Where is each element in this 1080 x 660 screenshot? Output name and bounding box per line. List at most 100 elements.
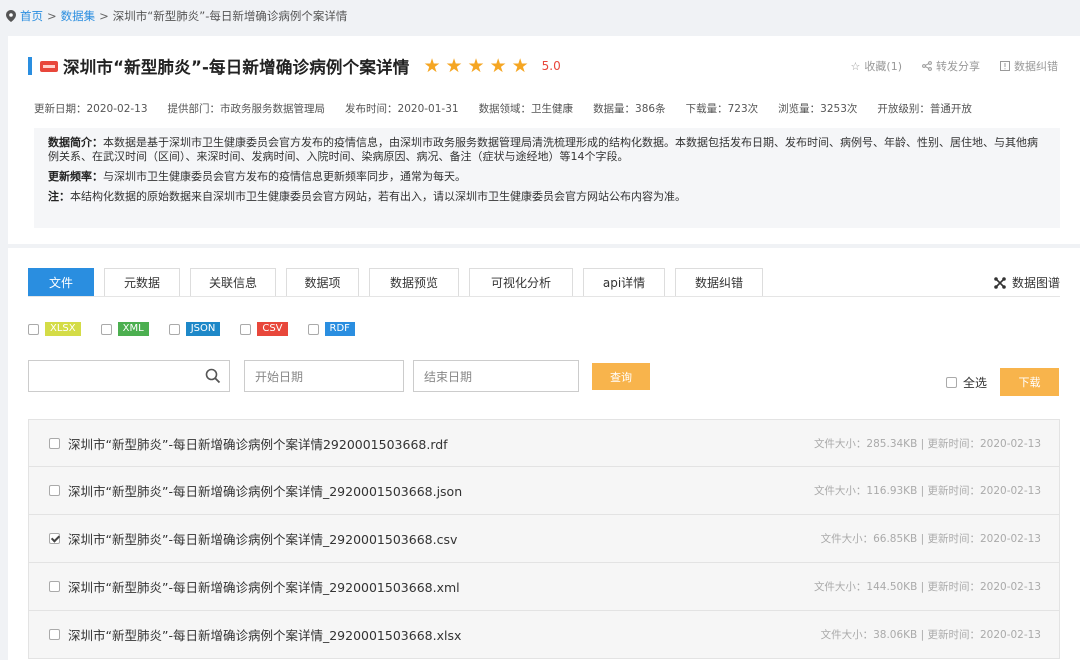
data-graph-label: 数据图谱 xyxy=(1011,276,1060,290)
note-text: 本结构化数据的原始数据来自深圳市卫生健康委员会官方网站，若有出入，请以深圳市卫生… xyxy=(70,190,686,203)
new-badge-icon xyxy=(40,60,58,72)
file-name[interactable]: 深圳市“新型肺炎”-每日新增确诊病例个案详情_2920001503668.jso… xyxy=(68,481,462,500)
breadcrumb: 首页 > 数据集 > 深圳市“新型肺炎”-每日新增确诊病例个案详情 xyxy=(6,6,347,26)
report-icon xyxy=(1000,61,1010,71)
frequency-text: 与深圳市卫生健康委员会官方发布的疫情信息更新频率同步，通常为每天。 xyxy=(103,170,466,183)
frequency-label: 更新频率： xyxy=(48,170,103,183)
tab-related-info[interactable]: 关联信息 xyxy=(190,268,276,296)
end-date-input[interactable]: 结束日期 xyxy=(413,360,579,392)
dataset-meta: 更新日期：2020-02-13 提供部门：市政务服务数据管理局 发布时间：202… xyxy=(34,101,972,116)
file-info: 文件大小：285.34KB | 更新时间：2020-02-13 xyxy=(813,437,1041,450)
note-paragraph: 注：本结构化数据的原始数据来自深圳市卫生健康委员会官方网站，若有出入，请以深圳市… xyxy=(48,190,1046,204)
format-filter-xlsx[interactable]: XLSX xyxy=(28,322,81,336)
file-name[interactable]: 深圳市“新型肺炎”-每日新增确诊病例个案详情_2920001503668.xls… xyxy=(68,625,461,644)
search-input[interactable] xyxy=(28,360,230,392)
breadcrumb-separator: > xyxy=(47,9,57,23)
file-checkbox[interactable] xyxy=(49,485,60,496)
select-all[interactable]: 全选 xyxy=(946,374,987,391)
breadcrumb-home-link[interactable]: 首页 xyxy=(20,8,43,24)
file-checkbox[interactable] xyxy=(49,581,60,592)
tab-underline xyxy=(28,296,1060,297)
select-all-label: 全选 xyxy=(963,376,988,390)
format-tag: CSV xyxy=(257,322,288,336)
file-checkbox[interactable] xyxy=(49,629,60,640)
tab-data-preview[interactable]: 数据预览 xyxy=(369,268,459,296)
title-accent-bar xyxy=(28,57,32,75)
file-list: 深圳市“新型肺炎”-每日新增确诊病例个案详情2920001503668.rdf … xyxy=(28,419,1060,659)
tab-visual-analysis[interactable]: 可视化分析 xyxy=(469,268,573,296)
report-label: 数据纠错 xyxy=(1014,60,1058,73)
file-name[interactable]: 深圳市“新型肺炎”-每日新增确诊病例个案详情2920001503668.rdf xyxy=(68,434,448,453)
query-button[interactable]: 查询 xyxy=(592,363,650,390)
checkbox[interactable] xyxy=(28,323,39,335)
format-filter-xml[interactable]: XML xyxy=(100,322,149,336)
publish-time: 发布时间：2020-01-31 xyxy=(345,103,459,115)
tab-metadata[interactable]: 元数据 xyxy=(104,268,180,296)
frequency-paragraph: 更新频率：与深圳市卫生健康委员会官方发布的疫情信息更新频率同步，通常为每天。 xyxy=(48,170,1046,184)
tab-api-details[interactable]: api详情 xyxy=(583,268,665,296)
download-count: 下载量：723次 xyxy=(685,103,759,115)
file-name[interactable]: 深圳市“新型肺炎”-每日新增确诊病例个案详情_2920001503668.csv xyxy=(68,529,457,548)
header-actions: ☆ 收藏(1) 转发分享 数据纠错 xyxy=(851,58,1058,74)
file-checkbox[interactable] xyxy=(49,533,60,544)
description-box: 数据简介：本数据是基于深圳市卫生健康委员会官方发布的疫情信息，由深圳市政务服务数… xyxy=(34,128,1060,228)
select-all-checkbox[interactable] xyxy=(946,377,957,388)
intro-paragraph: 数据简介：本数据是基于深圳市卫生健康委员会官方发布的疫情信息，由深圳市政务服务数… xyxy=(48,136,1046,164)
start-date-input[interactable]: 开始日期 xyxy=(244,360,404,392)
file-info: 文件大小：116.93KB | 更新时间：2020-02-13 xyxy=(813,485,1041,497)
view-count: 浏览量：3253次 xyxy=(778,103,858,115)
share-icon xyxy=(922,61,932,71)
department: 提供部门：市政务服务数据管理局 xyxy=(167,103,326,115)
report-error-button[interactable]: 数据纠错 xyxy=(1000,58,1058,74)
data-count: 数据量：386条 xyxy=(593,103,666,115)
file-info: 文件大小：66.85KB | 更新时间：2020-02-13 xyxy=(820,533,1041,545)
format-tag: XML xyxy=(117,322,149,336)
update-date: 更新日期：2020-02-13 xyxy=(34,103,148,115)
tab-data-correction[interactable]: 数据纠错 xyxy=(675,268,763,296)
rating-stars: ★ ★ ★ ★ ★ xyxy=(423,54,533,77)
star-icon: ★ xyxy=(467,54,485,77)
format-filters: XLSX XML JSON CSV RDF xyxy=(28,322,355,336)
file-row[interactable]: 深圳市“新型肺炎”-每日新增确诊病例个案详情_2920001503668.xls… xyxy=(28,611,1060,659)
page-title: 深圳市“新型肺炎”-每日新增确诊病例个案详情 xyxy=(63,58,410,77)
open-level: 开放级别：普通开放 xyxy=(877,103,972,115)
checkbox[interactable] xyxy=(100,323,112,335)
star-icon: ★ xyxy=(423,54,441,77)
breadcrumb-datasets-link[interactable]: 数据集 xyxy=(61,8,96,24)
file-checkbox[interactable] xyxy=(49,437,60,449)
breadcrumb-current: 深圳市“新型肺炎”-每日新增确诊病例个案详情 xyxy=(112,9,348,23)
location-pin-icon xyxy=(6,10,16,22)
share-label: 转发分享 xyxy=(936,60,980,73)
file-panel: 文件 元数据 关联信息 数据项 数据预览 可视化分析 api详情 数据纠错 数据… xyxy=(8,248,1080,660)
file-info: 文件大小：38.06KB | 更新时间：2020-02-13 xyxy=(820,629,1041,641)
intro-label: 数据简介： xyxy=(48,136,103,149)
format-tag: RDF xyxy=(324,322,355,336)
data-graph-link[interactable]: 数据图谱 xyxy=(994,274,1060,291)
file-row[interactable]: 深圳市“新型肺炎”-每日新增确诊病例个案详情_2920001503668.csv… xyxy=(28,515,1060,563)
star-outline-icon: ☆ xyxy=(850,59,861,73)
format-filter-rdf[interactable]: RDF xyxy=(307,322,355,336)
star-icon: ★ xyxy=(445,54,463,77)
data-domain: 数据领域：卫生健康 xyxy=(478,103,574,115)
favorite-label: 收藏(1) xyxy=(864,60,902,73)
tab-files[interactable]: 文件 xyxy=(28,268,94,296)
checkbox[interactable] xyxy=(240,323,252,335)
file-name[interactable]: 深圳市“新型肺炎”-每日新增确诊病例个案详情_2920001503668.xml xyxy=(68,577,460,596)
download-button[interactable]: 下载 xyxy=(1000,368,1059,396)
file-row[interactable]: 深圳市“新型肺炎”-每日新增确诊病例个案详情_2920001503668.xml… xyxy=(28,563,1060,611)
file-row[interactable]: 深圳市“新型肺炎”-每日新增确诊病例个案详情_2920001503668.jso… xyxy=(28,467,1060,515)
format-tag: JSON xyxy=(185,322,221,336)
star-icon: ★ xyxy=(511,54,529,77)
checkbox[interactable] xyxy=(168,323,180,335)
intro-text: 本数据是基于深圳市卫生健康委员会官方发布的疫情信息，由深圳市政务服务数据管理局清… xyxy=(48,136,1038,163)
file-row[interactable]: 深圳市“新型肺炎”-每日新增确诊病例个案详情2920001503668.rdf … xyxy=(28,419,1060,467)
tab-bar: 文件 元数据 关联信息 数据项 数据预览 可视化分析 api详情 数据纠错 xyxy=(28,268,773,296)
search-icon xyxy=(205,368,221,384)
dataset-info-card: 深圳市“新型肺炎”-每日新增确诊病例个案详情 ★ ★ ★ ★ ★ 5.0 ☆ 收… xyxy=(8,36,1080,244)
favorite-button[interactable]: ☆ 收藏(1) xyxy=(851,58,902,74)
tab-data-items[interactable]: 数据项 xyxy=(286,268,359,296)
checkbox[interactable] xyxy=(307,323,319,335)
format-filter-json[interactable]: JSON xyxy=(168,322,221,336)
share-button[interactable]: 转发分享 xyxy=(922,58,980,74)
format-filter-csv[interactable]: CSV xyxy=(240,322,288,336)
